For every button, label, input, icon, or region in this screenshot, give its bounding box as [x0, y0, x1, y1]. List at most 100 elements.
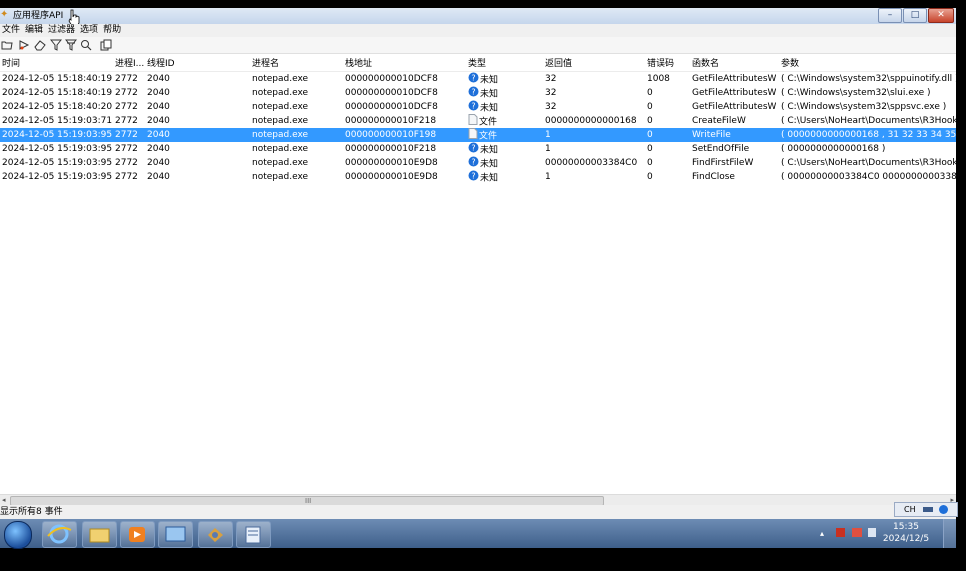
col-function[interactable]: 函数名: [692, 58, 776, 71]
cell-params: ( 00000000003384C0 00000000003384C: [781, 172, 956, 182]
title-bar[interactable]: ✦ 应用程序API – □ ✕: [0, 8, 956, 27]
col-pid[interactable]: 进程I...: [115, 58, 145, 71]
eraser-icon[interactable]: [34, 39, 46, 51]
tray-flag-icon[interactable]: [836, 528, 845, 537]
svg-text:?: ?: [471, 171, 475, 180]
tray-volume-icon[interactable]: [868, 528, 876, 537]
table-row[interactable]: 2024-12-05 15:19:03:951 2772 2040 notepad.e…: [0, 170, 956, 184]
show-desktop-button[interactable]: [943, 519, 956, 548]
col-error[interactable]: 错误码: [647, 58, 687, 71]
language-bar[interactable]: CH: [894, 502, 958, 517]
cell-err: 0: [647, 130, 653, 140]
table-row[interactable]: 2024-12-05 15:18:40:207 2772 2040 notepad.e…: [0, 100, 956, 114]
type-label: 未知: [480, 75, 499, 86]
scroll-left-arrow-icon[interactable]: ◂: [2, 495, 6, 505]
open-folder-icon[interactable]: [1, 39, 13, 51]
cell-pid: 2772: [115, 88, 138, 98]
menu-file[interactable]: 文件: [0, 24, 23, 37]
keyboard-icon[interactable]: [923, 507, 933, 512]
taskbar-hook-tool-icon[interactable]: [198, 521, 233, 548]
cell-err: 1008: [647, 74, 670, 84]
cell-params: ( C:\Windows\system32\slui.exe ): [781, 88, 931, 98]
cell-pid: 2772: [115, 144, 138, 154]
table-row[interactable]: 2024-12-05 15:18:40:192 2772 2040 notepad.e…: [0, 72, 956, 86]
cell-pid: 2772: [115, 172, 138, 182]
cell-params: ( 0000000000000168 ): [781, 144, 886, 154]
search-icon[interactable]: [80, 39, 92, 51]
horizontal-scrollbar[interactable]: ◂ III ▸: [0, 494, 956, 506]
cell-stack: 000000000010E9D8: [345, 172, 438, 182]
cell-proc: notepad.exe: [252, 74, 309, 84]
cell-stack: 000000000010DCF8: [345, 88, 438, 98]
cell-func: FindFirstFileW: [692, 158, 754, 168]
minimize-button[interactable]: –: [878, 8, 902, 23]
col-return[interactable]: 返回值: [545, 58, 640, 71]
cell-stack: 000000000010E9D8: [345, 158, 438, 168]
filter-edit-icon[interactable]: [65, 39, 77, 51]
cell-err: 0: [647, 158, 653, 168]
copy-icon[interactable]: [100, 39, 112, 51]
table-row[interactable]: 2024-12-05 15:19:03:717 2772 2040 notepad.e…: [0, 114, 956, 128]
table-row[interactable]: 2024-12-05 15:18:40:192 2772 2040 notepad.e…: [0, 86, 956, 100]
type-label: 未知: [480, 173, 499, 184]
col-tid[interactable]: 线程ID: [147, 58, 247, 71]
type-label: 文件: [479, 117, 498, 128]
cell-err: 0: [647, 102, 653, 112]
taskbar-notepad-icon[interactable]: [236, 521, 271, 548]
cell-ret: 00000000003384C0: [545, 158, 638, 168]
col-process[interactable]: 进程名: [252, 58, 337, 71]
filter-icon[interactable]: [50, 39, 62, 51]
col-time[interactable]: 时间: [2, 58, 112, 71]
cell-proc: notepad.exe: [252, 144, 309, 154]
cell-time: 2024-12-05 15:19:03:951: [2, 172, 112, 182]
maximize-button[interactable]: □: [903, 8, 927, 23]
menu-help[interactable]: 帮助: [101, 24, 124, 37]
table-row[interactable]: 2024-12-05 15:19:03:951 2772 2040 notepad.e…: [0, 142, 956, 156]
cell-stack: 000000000010DCF8: [345, 102, 438, 112]
svg-text:?: ?: [471, 143, 475, 152]
start-button[interactable]: [4, 521, 32, 549]
taskbar-ie-icon[interactable]: [42, 521, 77, 548]
language-indicator[interactable]: CH: [904, 505, 916, 514]
col-params[interactable]: 参数: [781, 58, 951, 71]
type-label: 未知: [480, 103, 499, 114]
cell-tid: 2040: [147, 116, 170, 126]
menu-edit[interactable]: 编辑: [23, 24, 46, 37]
cell-func: FindClose: [692, 172, 735, 182]
menu-filter[interactable]: 过滤器: [46, 24, 78, 37]
cell-ret: 32: [545, 88, 557, 98]
app-window: ✦ 应用程序API – □ ✕ 文件 编辑 过滤器 选项 帮助 时间 进程I..…: [0, 8, 956, 519]
cell-tid: 2040: [147, 74, 170, 84]
taskbar-explorer-icon[interactable]: [82, 521, 117, 548]
cell-time: 2024-12-05 15:18:40:207: [2, 102, 112, 112]
col-type[interactable]: 类型: [468, 58, 538, 71]
cell-tid: 2040: [147, 102, 170, 112]
close-button[interactable]: ✕: [928, 8, 954, 23]
table-row[interactable]: 2024-12-05 15:19:03:951 2772 2040 notepad.e…: [0, 128, 956, 142]
system-tray: ▴ 15:35 2024/12/5: [806, 519, 956, 548]
cell-params: ( C:\Windows\system32\sppsvc.exe ): [781, 102, 947, 112]
col-stack[interactable]: 栈地址: [345, 58, 465, 71]
cell-pid: 2772: [115, 74, 138, 84]
tray-expand-icon[interactable]: ▴: [820, 529, 824, 538]
taskbar-network-icon[interactable]: [158, 521, 193, 548]
taskbar-media-icon[interactable]: [120, 521, 155, 548]
cell-proc: notepad.exe: [252, 130, 309, 140]
clock-date[interactable]: 2024/12/5: [876, 534, 936, 544]
clock-time[interactable]: 15:35: [876, 522, 936, 532]
menu-options[interactable]: 选项: [78, 24, 101, 37]
type-label: 未知: [480, 145, 499, 156]
table-row[interactable]: 2024-12-05 15:19:03:951 2772 2040 notepad.e…: [0, 156, 956, 170]
type-label: 未知: [480, 159, 499, 170]
cell-stack: 000000000010F218: [345, 116, 437, 126]
tray-network-icon[interactable]: [852, 528, 862, 537]
cell-type: ? 未知: [468, 170, 538, 186]
svg-text:?: ?: [471, 101, 475, 110]
cell-err: 0: [647, 116, 653, 126]
cell-proc: notepad.exe: [252, 116, 309, 126]
run-icon[interactable]: [18, 39, 30, 51]
svg-text:?: ?: [471, 73, 475, 82]
help-icon[interactable]: [939, 505, 948, 514]
window-title: 应用程序API: [13, 11, 64, 21]
cell-time: 2024-12-05 15:19:03:951: [2, 144, 112, 154]
